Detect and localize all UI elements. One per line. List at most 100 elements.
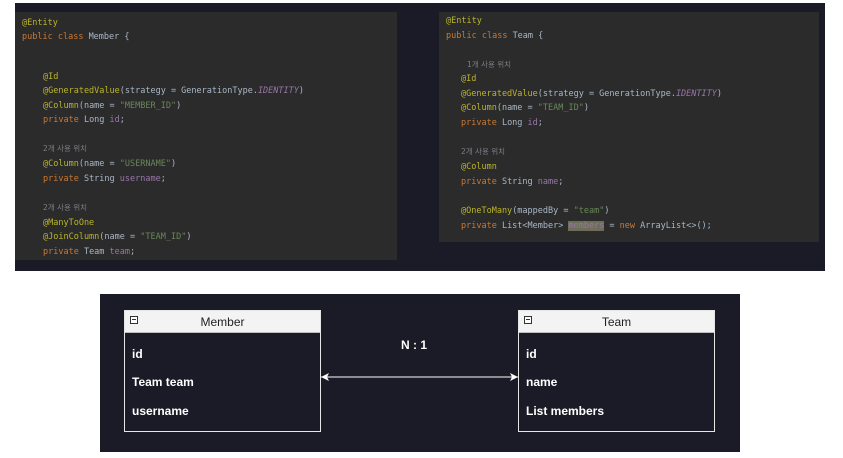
annotation: @Id <box>461 74 477 84</box>
annotation: @Entity <box>446 16 482 26</box>
keyword: class <box>481 31 508 41</box>
string-literal: "MEMBER_ID" <box>119 101 177 111</box>
enum-constant: IDENTITY <box>675 89 717 99</box>
keyword: class <box>57 32 84 42</box>
code-line: @Column(name = "MEMBER_ID") <box>43 99 181 113</box>
annotation-args: (mappedBy = <box>512 206 574 216</box>
paren: ) <box>176 101 182 111</box>
code-line: @Column(name = "TEAM_ID") <box>461 101 589 115</box>
entity-header: Team <box>519 311 714 333</box>
semicolon: ; <box>130 247 136 257</box>
annotation: @ManyToOne <box>43 218 95 228</box>
annotation: @JoinColumn <box>43 232 100 242</box>
enum-constant: IDENTITY <box>257 86 299 96</box>
keyword: private <box>43 247 79 257</box>
keyword: new <box>619 221 636 231</box>
keyword: private <box>461 118 497 128</box>
code-line: @OneToMany(mappedBy = "team") <box>461 204 609 218</box>
code-line: @GeneratedValue(strategy = GenerationTyp… <box>461 87 722 101</box>
team-code-editor: @Entity public class Team { 1개 사용 위치 @Id… <box>439 12 819 242</box>
paren: ) <box>583 103 589 113</box>
annotation-args: (name = <box>78 159 120 169</box>
field-name: id <box>109 115 120 125</box>
keyword: public <box>446 31 477 41</box>
team-entity[interactable]: Team id name List members <box>518 310 715 432</box>
annotation-args: (name = <box>496 103 538 113</box>
paren: ) <box>170 159 177 169</box>
annotation: @Entity <box>22 18 58 28</box>
string-literal: "TEAM_ID" <box>140 232 187 242</box>
type: String <box>496 177 538 187</box>
annotation-args: (strategy = GenerationType. <box>119 86 258 96</box>
annotation: @Column <box>461 162 497 172</box>
semicolon: ; <box>119 115 125 125</box>
annotation-args: (name = <box>78 101 120 111</box>
type: Team <box>78 247 110 257</box>
annotation: @Column <box>43 101 79 111</box>
type: String <box>78 174 120 184</box>
code-line: @Id <box>43 70 58 84</box>
code-line: private Team team; <box>43 245 135 259</box>
operator: = <box>604 221 620 231</box>
entity-field: id <box>526 347 537 361</box>
field-name: id <box>527 118 538 128</box>
semicolon: ; <box>558 177 564 187</box>
annotation: @Id <box>43 72 59 82</box>
class-name: Member { <box>88 32 130 42</box>
code-line: @ManyToOne <box>43 216 94 230</box>
usage-hint[interactable]: 2개 사용 위치 <box>43 201 87 215</box>
entity-field: List members <box>526 404 605 418</box>
keyword: private <box>461 177 497 187</box>
code-line: @GeneratedValue(strategy = GenerationTyp… <box>43 84 304 98</box>
code-line: @Entity <box>446 14 482 28</box>
code-line: private Long id; <box>461 116 543 130</box>
constructor-call: ArrayList<>(); <box>635 221 712 231</box>
team-code-panel: @Entity public class Team { 1개 사용 위치 @Id… <box>403 3 825 271</box>
field-name: name <box>537 177 559 187</box>
semicolon: ; <box>160 174 166 184</box>
member-code-panel: @Entity public class Member { @Id @Gener… <box>15 3 403 271</box>
usage-hint[interactable]: 2개 사용 위치 <box>461 145 505 159</box>
annotation: @OneToMany <box>461 206 513 216</box>
code-line: private String username; <box>43 172 166 186</box>
code-line: private List<Member> members = new Array… <box>461 219 712 233</box>
code-line: public class Team { <box>446 29 543 43</box>
annotation: @Column <box>461 103 497 113</box>
type: Long <box>78 115 110 125</box>
field-name: team <box>109 247 131 257</box>
er-diagram: Member id Team team username N : 1 Team … <box>100 294 740 452</box>
field-name: username <box>119 174 161 184</box>
string-literal: "USERNAME" <box>119 159 171 169</box>
code-line: @Entity <box>22 16 58 30</box>
usage-hint[interactable]: 2개 사용 위치 <box>43 142 87 156</box>
semicolon: ; <box>537 118 543 128</box>
type: Long <box>496 118 528 128</box>
annotation: @GeneratedValue <box>461 89 538 99</box>
field-name-highlighted[interactable]: members <box>568 221 605 231</box>
code-line: private Long id; <box>43 113 125 127</box>
annotation-args: (name = <box>99 232 141 242</box>
entity-field: name <box>526 375 558 389</box>
paren: ) <box>604 206 610 216</box>
code-line: @Column(name = "USERNAME") <box>43 157 176 171</box>
usage-hint[interactable]: 1개 사용 위치 <box>467 58 511 72</box>
keyword: private <box>43 174 79 184</box>
type: List<Member> <box>496 221 569 231</box>
code-line: public class Member { <box>22 30 130 44</box>
keyword: private <box>461 221 497 231</box>
annotation: @Column <box>43 159 79 169</box>
code-line: @Id <box>461 72 476 86</box>
paren: ) <box>716 89 723 99</box>
annotation-args: (strategy = GenerationType. <box>537 89 676 99</box>
string-literal: "team" <box>573 206 605 216</box>
code-line: @JoinColumn(name = "TEAM_ID") <box>43 230 191 244</box>
member-code-editor: @Entity public class Member { @Id @Gener… <box>15 12 397 260</box>
paren: ) <box>298 86 305 96</box>
keyword: private <box>43 115 79 125</box>
annotation: @GeneratedValue <box>43 86 120 96</box>
code-line: @Column <box>461 160 497 174</box>
entity-title: Team <box>601 315 632 329</box>
class-name: Team { <box>512 31 544 41</box>
paren: ) <box>186 232 192 242</box>
code-line: private String name; <box>461 175 563 189</box>
